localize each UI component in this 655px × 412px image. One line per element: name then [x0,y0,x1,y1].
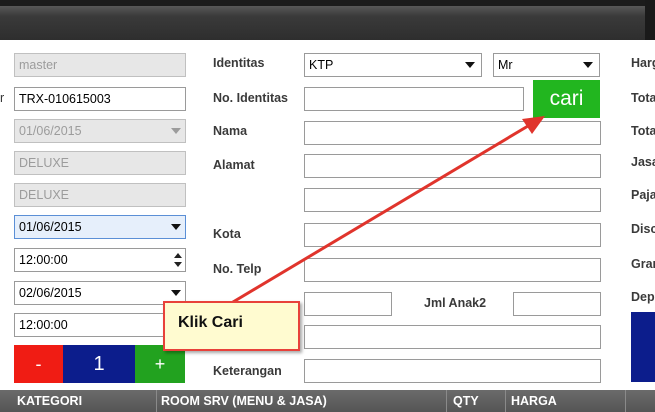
arrow-line [227,124,529,307]
callout-box: Klik Cari [163,301,300,351]
annotation-arrow [227,116,545,307]
arrow-head [522,116,545,134]
callout-text: Klik Cari [178,314,243,331]
